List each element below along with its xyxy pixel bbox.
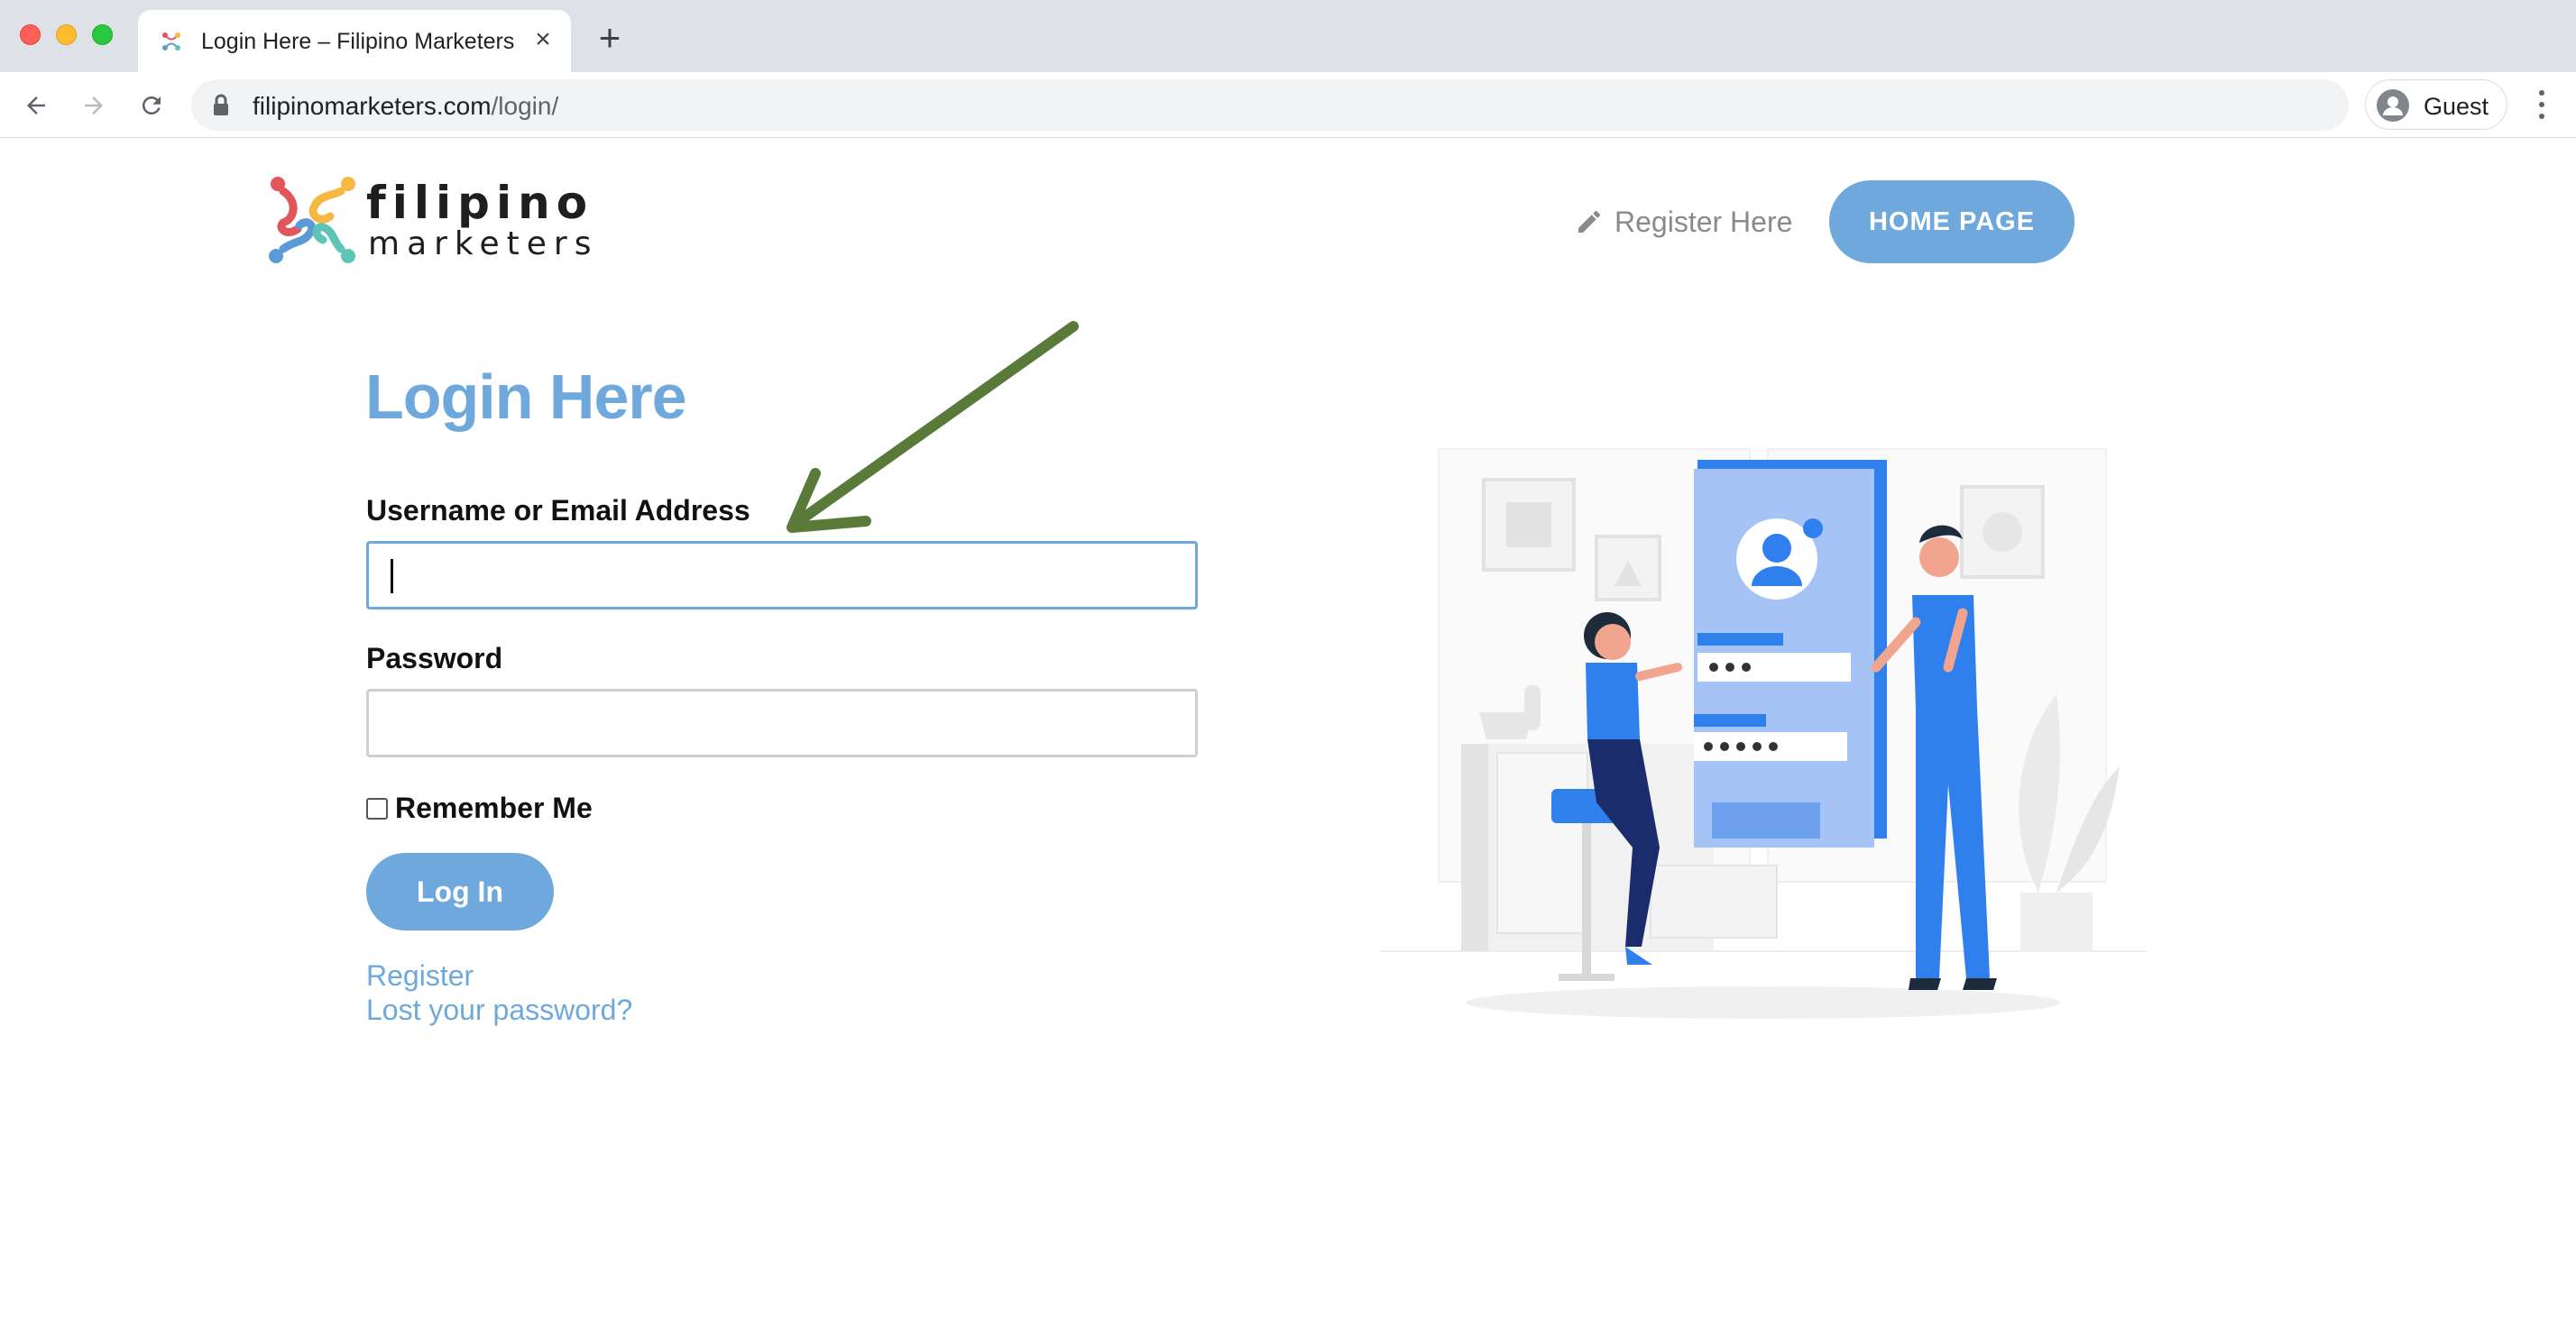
home-page-button[interactable]: HOME PAGE [1829,180,2075,263]
url-text[interactable]: filipinomarketers.com/login/ [253,92,558,121]
browser-toolbar: filipinomarketers.com/login/ Guest [0,72,2576,138]
remember-me-checkbox[interactable] [366,797,388,820]
username-input[interactable] [366,541,1198,610]
register-here-link[interactable]: Register Here [1575,202,1792,242]
browser-tab-active[interactable]: Login Here – Filipino Marketers × [138,10,571,72]
remember-me-label[interactable]: Remember Me [395,792,593,825]
tab-close-icon[interactable]: × [528,24,558,55]
back-arrow-icon [27,96,45,115]
register-link[interactable]: Register [366,959,474,993]
login-illustration [1380,448,2147,1019]
password-label: Password [366,642,503,674]
register-here-label: Register Here [1615,205,1793,238]
password-input[interactable] [366,689,1198,757]
forward-button[interactable] [74,86,114,125]
page-title: Login Here [365,362,687,432]
favicon-icon [162,32,180,50]
back-button[interactable] [16,86,56,125]
url-domain: filipinomarketers.com [253,92,492,120]
username-label: Username or Email Address [366,494,750,527]
logo-text-marketers: marketers [368,225,599,262]
window-close-button[interactable] [20,24,41,45]
logo-mark-icon [269,177,355,263]
url-path: /login/ [491,92,559,120]
remember-me-row[interactable]: Remember Me [366,792,593,825]
annotation-arrow-icon [787,321,1079,533]
window-minimize-button[interactable] [56,24,77,45]
reload-button[interactable] [132,86,171,125]
profile-avatar-icon [2377,89,2409,122]
text-caret [391,559,393,593]
forward-arrow-icon [85,96,103,115]
window-maximize-button[interactable] [92,24,113,45]
tab-title: Login Here – Filipino Marketers [201,29,515,54]
log-in-button[interactable]: Log In [366,853,554,930]
logo-text-filipino: filipino [366,177,594,229]
lost-password-link[interactable]: Lost your password? [366,994,632,1027]
browser-tab-bar: Login Here – Filipino Marketers × + [0,0,2576,72]
lock-icon [214,94,228,115]
menu-dots-icon[interactable] [2525,87,2558,123]
pencil-icon [1578,210,1601,233]
reload-icon [142,96,161,115]
profile-button[interactable]: Guest [2365,79,2507,130]
new-tab-button[interactable]: + [592,19,628,57]
site-logo[interactable]: filipino marketers [267,175,591,267]
profile-label: Guest [2424,93,2489,120]
address-bar[interactable]: filipinomarketers.com/login/ [191,79,2349,131]
